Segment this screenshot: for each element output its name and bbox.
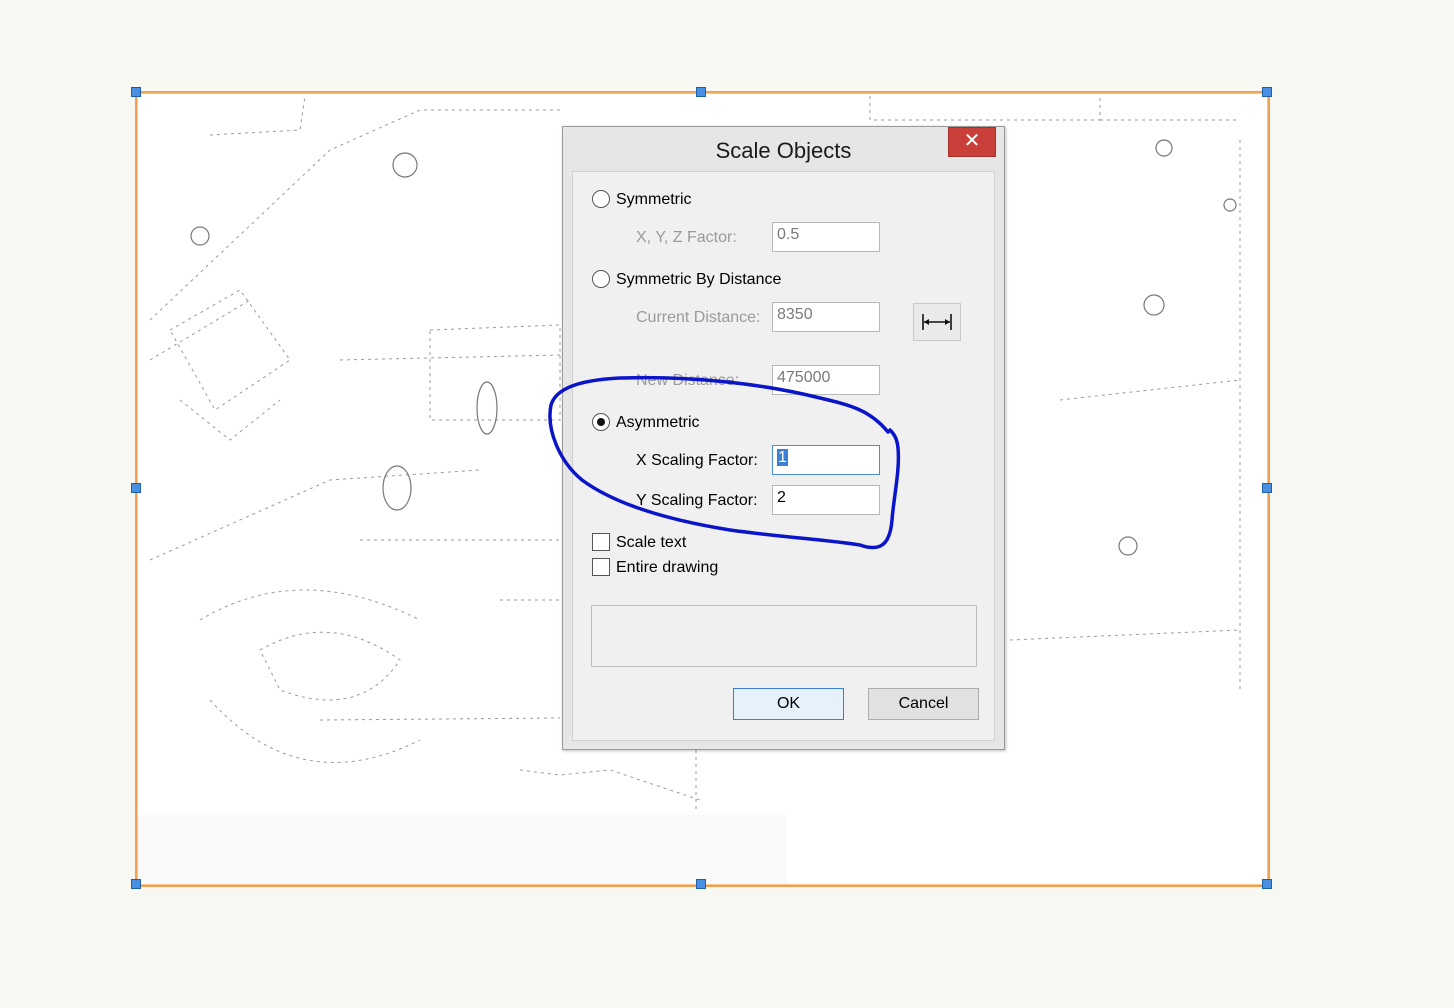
selection-handle-bottom-right[interactable] [1262,879,1272,889]
ok-button[interactable]: OK [733,688,844,720]
current-distance-label: Current Distance: [636,309,761,326]
selection-handle-middle-left[interactable] [131,483,141,493]
x-scaling-factor-value: 1 [777,449,788,466]
asymmetric-label[interactable]: Asymmetric [616,414,700,432]
xyz-factor-value: 0.5 [777,226,800,243]
current-distance-field[interactable]: 8350 [772,302,880,332]
selection-handle-top-center[interactable] [696,87,706,97]
new-distance-label: New Distance: [636,372,740,389]
selection-handle-bottom-left[interactable] [131,879,141,889]
selection-handle-top-left[interactable] [131,87,141,97]
xyz-factor-label: X, Y, Z Factor: [636,229,737,246]
asymmetric-radio[interactable] [592,413,610,431]
scale-objects-dialog: Scale Objects ✕ Symmetric X, Y, Z Factor… [562,126,1005,750]
drawing-shade-area [137,815,787,885]
selection-handle-middle-right[interactable] [1262,483,1272,493]
current-distance-value: 8350 [777,306,813,323]
symmetric-radio[interactable] [592,190,610,208]
selection-handle-bottom-center[interactable] [696,879,706,889]
x-scaling-factor-label: X Scaling Factor: [636,452,758,469]
scale-text-label[interactable]: Scale text [616,534,686,552]
message-area [591,605,977,667]
new-distance-field[interactable]: 475000 [772,365,880,395]
measure-distance-icon [922,314,952,330]
new-distance-value: 475000 [777,369,831,386]
entire-drawing-checkbox[interactable] [592,558,610,576]
xyz-factor-field[interactable]: 0.5 [772,222,880,252]
dialog-body: Symmetric X, Y, Z Factor: 0.5 Symmetric … [572,171,995,741]
symmetric-label[interactable]: Symmetric [616,191,692,209]
selection-handle-top-right[interactable] [1262,87,1272,97]
y-scaling-factor-value: 2 [777,489,786,506]
cancel-button[interactable]: Cancel [868,688,979,720]
measure-distance-button[interactable] [913,303,961,341]
close-icon: ✕ [963,130,981,152]
x-scaling-factor-field[interactable]: 1 [772,445,880,475]
y-scaling-factor-label: Y Scaling Factor: [636,492,758,509]
scale-text-checkbox[interactable] [592,533,610,551]
close-button[interactable]: ✕ [948,127,996,157]
dialog-titlebar[interactable]: Scale Objects ✕ [563,127,1004,171]
dialog-title: Scale Objects [715,138,852,163]
entire-drawing-label[interactable]: Entire drawing [616,559,718,577]
y-scaling-factor-field[interactable]: 2 [772,485,880,515]
symmetric-by-distance-radio[interactable] [592,270,610,288]
symmetric-by-distance-label[interactable]: Symmetric By Distance [616,271,781,289]
